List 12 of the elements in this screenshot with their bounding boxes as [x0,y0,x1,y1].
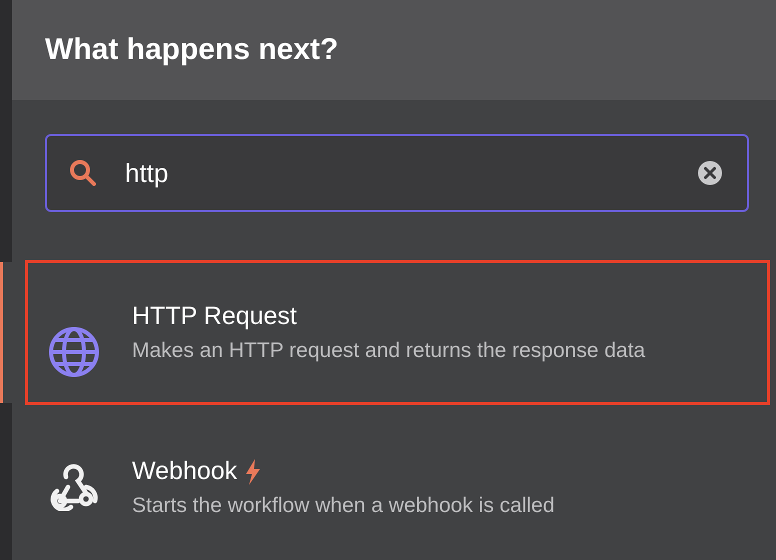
webhook-icon [48,461,100,511]
globe-icon [48,326,100,378]
node-description: Starts the workflow when a webhook is called [132,493,555,519]
clear-icon[interactable] [697,160,723,186]
search-icon [69,159,97,187]
node-item[interactable]: Webhook Starts the workflow when a webhook is called [0,417,776,542]
search-input[interactable]: http [125,158,669,188]
node-title: HTTP Request [132,302,297,331]
search-field[interactable]: http [45,134,749,212]
panel-title: What happens next? [45,33,338,67]
node-title: Webhook [132,457,238,486]
node-description: Makes an HTTP request and returns the response data [132,338,646,364]
